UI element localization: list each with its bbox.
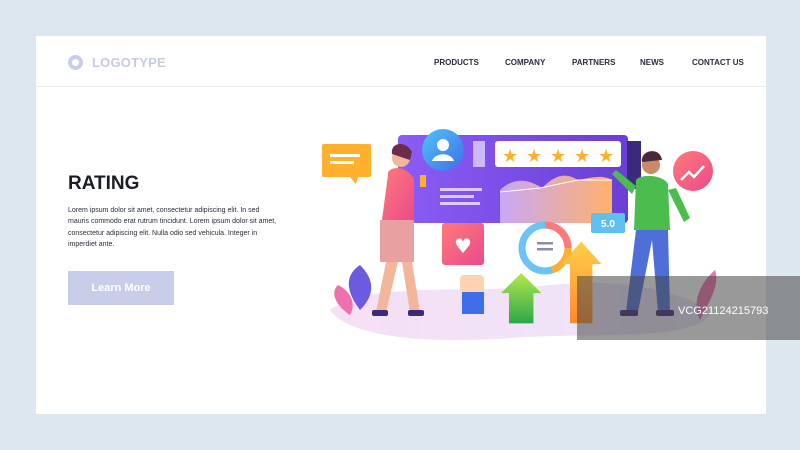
learn-more-button[interactable]: Learn More [68, 271, 174, 305]
heart-icon: ♥ [454, 234, 472, 258]
logo-text: LOGOTYPE [92, 55, 166, 70]
nav-contact-us[interactable]: CONTACT US [692, 58, 744, 67]
star-icon: ★ [598, 146, 614, 167]
watermark-text: VCG21124215793 [678, 305, 769, 317]
nav-products[interactable]: PRODUCTS [434, 58, 479, 67]
nav-news[interactable]: NEWS [640, 58, 664, 67]
chat-bubble-icon [322, 144, 371, 177]
star-icon: ★ [502, 146, 518, 167]
logo[interactable]: LOGOTYPE [68, 55, 166, 70]
nav-company[interactable]: COMPANY [505, 58, 545, 67]
star-icon: ★ [550, 146, 566, 167]
page-title: RATING [68, 173, 140, 194]
star-icon: ★ [526, 146, 542, 167]
nav-partners[interactable]: PARTNERS [572, 58, 615, 67]
logo-icon [68, 55, 83, 70]
growth-icon [673, 151, 713, 191]
hero-description: Lorem ipsum dolor sit amet, consectetur … [68, 207, 277, 248]
star-icon: ★ [574, 146, 590, 167]
score-value: 5.0 [601, 219, 615, 230]
